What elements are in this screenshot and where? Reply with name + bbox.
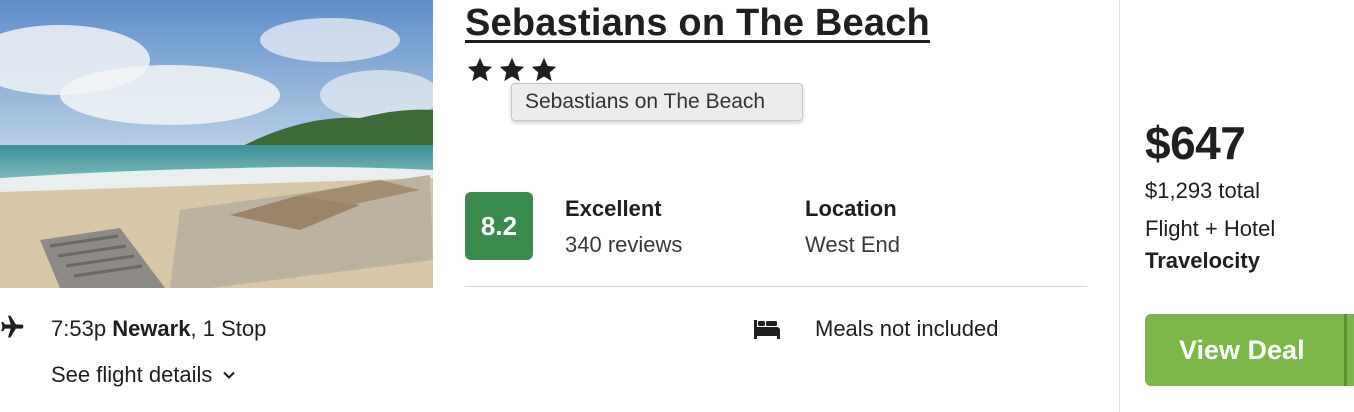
- flight-summary: 7:53p Newark, 1 Stop: [51, 316, 266, 342]
- location-value: West End: [805, 232, 900, 257]
- section-divider: [465, 286, 1087, 287]
- chevron-down-icon: [223, 371, 236, 379]
- star-icon: [499, 57, 525, 82]
- package-type: Flight + Hotel: [1145, 216, 1276, 241]
- star-icon: [531, 57, 557, 82]
- price-column-divider: [1119, 0, 1120, 412]
- bed-icon: [754, 320, 780, 339]
- hotel-name-link[interactable]: Sebastians on The Beach: [465, 2, 930, 45]
- flight-departure-time: 7:53p: [51, 316, 107, 341]
- total-price: $1,293 total: [1145, 178, 1260, 203]
- rating-label: Excellent: [565, 196, 662, 221]
- view-deal-button[interactable]: View Deal: [1145, 314, 1354, 386]
- hotel-name-tooltip: Sebastians on The Beach: [511, 83, 803, 121]
- location-label: Location: [805, 196, 897, 221]
- review-count[interactable]: 340 reviews: [565, 232, 682, 258]
- star-rating: [466, 56, 558, 84]
- rating-score-badge: 8.2: [465, 192, 533, 260]
- hotel-photo[interactable]: [0, 0, 433, 288]
- flight-details-label: See flight details: [51, 362, 213, 387]
- meals-info: Meals not included: [815, 316, 999, 341]
- flight-airport: Newark: [112, 316, 191, 341]
- see-flight-details-link[interactable]: See flight details: [51, 362, 236, 388]
- plane-icon: [1, 315, 24, 338]
- star-icon: [467, 57, 493, 82]
- deal-provider: Travelocity: [1145, 248, 1260, 273]
- view-deal-dropdown-button[interactable]: [1347, 314, 1354, 386]
- flight-stops: , 1 Stop: [190, 316, 267, 341]
- nightly-price: $647: [1145, 117, 1246, 169]
- beach-photo-icon: [0, 0, 433, 288]
